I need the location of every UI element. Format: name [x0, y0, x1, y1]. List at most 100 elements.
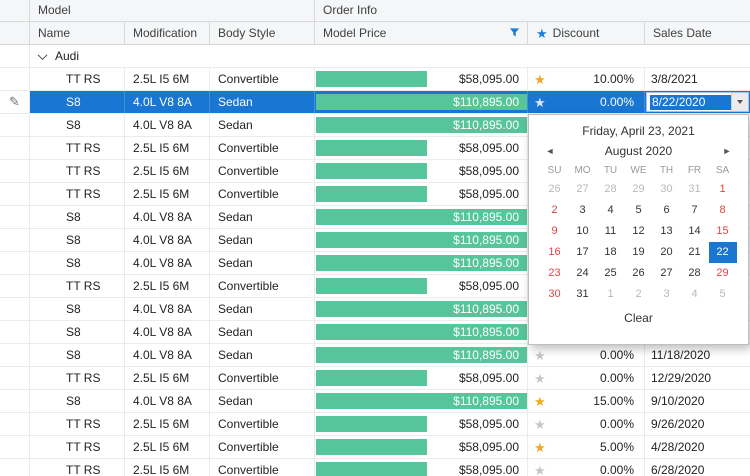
cell-body-style[interactable]: Convertible	[210, 413, 315, 435]
cell-model-price[interactable]: $58,095.00	[315, 413, 528, 435]
cell-body-style[interactable]: Convertible	[210, 160, 315, 182]
calendar-day[interactable]: 4	[597, 200, 625, 221]
cell-model-price[interactable]: $110,895.00	[315, 206, 528, 228]
table-row[interactable]: ✎ TT RS 2.5L I5 6M Convertible $58,095.0…	[0, 459, 750, 476]
table-row[interactable]: ✎ S8 4.0L V8 8A Sedan $110,895.00 ★ 15.0…	[0, 390, 750, 413]
calendar-day[interactable]: 15	[709, 221, 737, 242]
calendar-day[interactable]: 14	[681, 221, 709, 242]
cell-model-price[interactable]: $110,895.00	[315, 390, 528, 412]
discount-star-icon[interactable]: ★	[534, 441, 546, 454]
calendar-month-label[interactable]: August 2020	[558, 144, 719, 158]
cell-name[interactable]: TT RS	[30, 367, 125, 389]
calendar-day[interactable]: 26	[625, 263, 653, 284]
filter-icon[interactable]	[509, 23, 520, 45]
calendar-day[interactable]: 25	[597, 263, 625, 284]
cell-model-price[interactable]: $58,095.00	[315, 68, 528, 90]
cell-name[interactable]: TT RS	[30, 68, 125, 90]
cell-body-style[interactable]: Convertible	[210, 68, 315, 90]
calendar-day[interactable]: 9	[541, 221, 569, 242]
calendar-day[interactable]: 5	[709, 284, 737, 305]
table-row[interactable]: ✎ TT RS 2.5L I5 6M Convertible $58,095.0…	[0, 413, 750, 436]
discount-star-icon[interactable]: ★	[534, 96, 546, 109]
calendar-day[interactable]: 30	[541, 284, 569, 305]
calendar-day[interactable]: 1	[709, 179, 737, 200]
cell-model-price[interactable]: $58,095.00	[315, 137, 528, 159]
cell-discount[interactable]: ★ 0.00%	[528, 344, 645, 366]
cell-name[interactable]: S8	[30, 91, 125, 113]
cell-modification[interactable]: 2.5L I5 6M	[125, 68, 210, 90]
cell-name[interactable]: TT RS	[30, 413, 125, 435]
cell-body-style[interactable]: Sedan	[210, 344, 315, 366]
cell-discount[interactable]: ★ 0.00%	[528, 459, 645, 476]
calendar-day[interactable]: 27	[569, 179, 597, 200]
cell-modification[interactable]: 4.0L V8 8A	[125, 321, 210, 343]
calendar-day[interactable]: 24	[569, 263, 597, 284]
cell-body-style[interactable]: Sedan	[210, 390, 315, 412]
calendar-day[interactable]: 8	[709, 200, 737, 221]
cell-modification[interactable]: 4.0L V8 8A	[125, 298, 210, 320]
cell-modification[interactable]: 4.0L V8 8A	[125, 252, 210, 274]
calendar-day[interactable]: 16	[541, 242, 569, 263]
sales-date-editor[interactable]: 8/22/2020	[646, 92, 749, 112]
cell-name[interactable]: S8	[30, 206, 125, 228]
cell-discount[interactable]: ★ 15.00%	[528, 390, 645, 412]
cell-sales-date[interactable]: 3/8/2021 3/8/2021	[645, 68, 750, 90]
band-order-info[interactable]: Order Info	[315, 0, 750, 21]
cell-sales-date[interactable]: 4/28/2020 4/28/2020	[645, 436, 750, 458]
cell-modification[interactable]: 4.0L V8 8A	[125, 206, 210, 228]
cell-modification[interactable]: 2.5L I5 6M	[125, 459, 210, 476]
column-header-model-price[interactable]: Model Price	[315, 22, 528, 44]
calendar-day[interactable]: 26	[541, 179, 569, 200]
table-row[interactable]: ✎ S8 4.0L V8 8A Sedan $110,895.00 ★ 0.00…	[0, 344, 750, 367]
cell-modification[interactable]: 2.5L I5 6M	[125, 275, 210, 297]
calendar-day[interactable]: 10	[569, 221, 597, 242]
group-row-audi[interactable]: Audi	[0, 45, 750, 68]
cell-model-price[interactable]: $110,895.00	[315, 229, 528, 251]
calendar-day[interactable]: 7	[681, 200, 709, 221]
calendar-today-label[interactable]: Friday, April 23, 2021	[529, 115, 748, 142]
calendar-day[interactable]: 29	[709, 263, 737, 284]
calendar-day[interactable]: 6	[653, 200, 681, 221]
cell-model-price[interactable]: $58,095.00	[315, 436, 528, 458]
cell-modification[interactable]: 2.5L I5 6M	[125, 183, 210, 205]
cell-discount[interactable]: ★ 10.00%	[528, 68, 645, 90]
date-dropdown-button[interactable]	[731, 93, 748, 111]
calendar-day[interactable]: 13	[653, 221, 681, 242]
cell-sales-date[interactable]: 12/29/2020 12/29/2020	[645, 367, 750, 389]
calendar-day[interactable]: 2	[625, 284, 653, 305]
table-row[interactable]: ✎ TT RS 2.5L I5 6M Convertible $58,095.0…	[0, 367, 750, 390]
cell-body-style[interactable]: Sedan	[210, 91, 315, 113]
calendar-day[interactable]: 1	[597, 284, 625, 305]
cell-modification[interactable]: 4.0L V8 8A	[125, 344, 210, 366]
collapse-chevron-icon[interactable]	[37, 49, 48, 60]
discount-star-icon[interactable]: ★	[534, 418, 546, 431]
cell-model-price[interactable]: $110,895.00	[315, 298, 528, 320]
calendar-day[interactable]: 31	[681, 179, 709, 200]
cell-name[interactable]: S8	[30, 344, 125, 366]
cell-modification[interactable]: 4.0L V8 8A	[125, 229, 210, 251]
calendar-day[interactable]: 31	[569, 284, 597, 305]
cell-name[interactable]: S8	[30, 114, 125, 136]
cell-name[interactable]: S8	[30, 390, 125, 412]
cell-model-price[interactable]: $58,095.00	[315, 459, 528, 476]
calendar-day[interactable]: 20	[653, 242, 681, 263]
column-header-modification[interactable]: Modification	[125, 22, 210, 44]
cell-body-style[interactable]: Convertible	[210, 183, 315, 205]
cell-body-style[interactable]: Convertible	[210, 367, 315, 389]
cell-modification[interactable]: 4.0L V8 8A	[125, 390, 210, 412]
calendar-day[interactable]: 27	[653, 263, 681, 284]
calendar-day[interactable]: 2	[541, 200, 569, 221]
calendar-clear-button[interactable]: Clear	[529, 305, 748, 331]
column-header-body-style[interactable]: Body Style	[210, 22, 315, 44]
cell-name[interactable]: S8	[30, 321, 125, 343]
cell-body-style[interactable]: Sedan	[210, 298, 315, 320]
cell-model-price[interactable]: $110,895.00	[315, 252, 528, 274]
cell-modification[interactable]: 2.5L I5 6M	[125, 367, 210, 389]
table-row[interactable]: ✎ TT RS 2.5L I5 6M Convertible $58,095.0…	[0, 436, 750, 459]
calendar-day[interactable]: 19	[625, 242, 653, 263]
cell-discount[interactable]: ★ 0.00%	[528, 367, 645, 389]
cell-model-price[interactable]: $58,095.00	[315, 275, 528, 297]
column-header-sales-date[interactable]: Sales Date	[645, 22, 750, 44]
cell-sales-date[interactable]: 6/28/2020 6/28/2020	[645, 459, 750, 476]
discount-star-icon[interactable]: ★	[534, 73, 546, 86]
